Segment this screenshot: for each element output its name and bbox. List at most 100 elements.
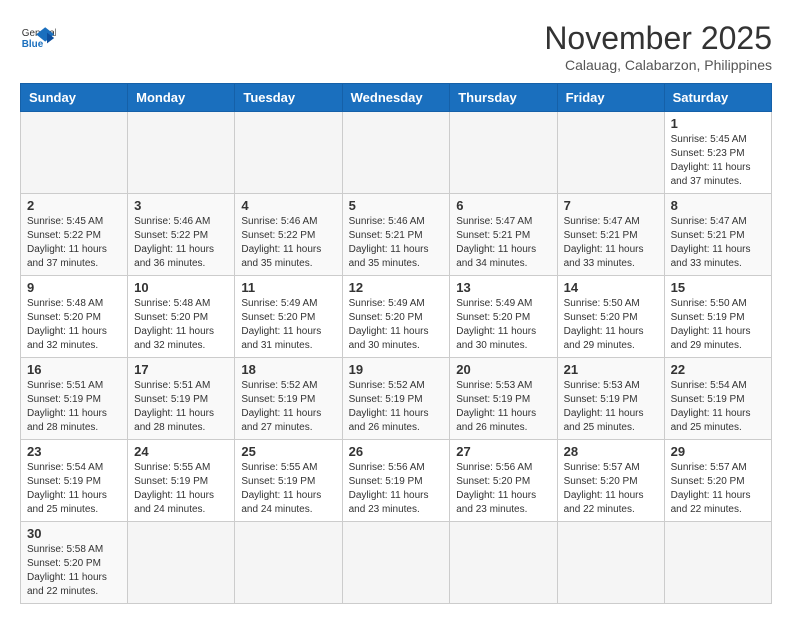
calendar-header-row: SundayMondayTuesdayWednesdayThursdayFrid… [21,84,772,112]
day-number: 20 [456,362,550,377]
cell-info: Sunrise: 5:47 AMSunset: 5:21 PMDaylight:… [671,215,765,271]
calendar-cell [235,112,342,194]
cell-info: Sunrise: 5:57 AMSunset: 5:20 PMDaylight:… [671,461,765,517]
day-number: 2 [27,198,121,213]
calendar-week-row: 2 Sunrise: 5:45 AMSunset: 5:22 PMDaylight… [21,194,772,276]
calendar-cell: 16 Sunrise: 5:51 AMSunset: 5:19 PMDayligh… [21,358,128,440]
calendar-cell: 3 Sunrise: 5:46 AMSunset: 5:22 PMDaylight… [128,194,235,276]
day-number: 11 [241,280,335,295]
cell-info: Sunrise: 5:56 AMSunset: 5:19 PMDaylight:… [349,461,444,517]
title-section: November 2025 Calauag, Calabarzon, Phili… [544,20,772,73]
calendar-cell: 23 Sunrise: 5:54 AMSunset: 5:19 PMDayligh… [21,440,128,522]
calendar-cell: 30 Sunrise: 5:58 AMSunset: 5:20 PMDayligh… [21,522,128,604]
calendar-cell [342,112,450,194]
day-number: 21 [564,362,658,377]
calendar-cell [342,522,450,604]
calendar-cell [21,112,128,194]
cell-info: Sunrise: 5:45 AMSunset: 5:22 PMDaylight:… [27,215,121,271]
cell-info: Sunrise: 5:53 AMSunset: 5:19 PMDaylight:… [564,379,658,435]
month-title: November 2025 [544,20,772,57]
cell-info: Sunrise: 5:54 AMSunset: 5:19 PMDaylight:… [671,379,765,435]
calendar-cell [557,112,664,194]
cell-info: Sunrise: 5:48 AMSunset: 5:20 PMDaylight:… [134,297,228,353]
calendar-cell: 7 Sunrise: 5:47 AMSunset: 5:21 PMDaylight… [557,194,664,276]
calendar-cell: 26 Sunrise: 5:56 AMSunset: 5:19 PMDayligh… [342,440,450,522]
day-number: 26 [349,444,444,459]
calendar-cell: 8 Sunrise: 5:47 AMSunset: 5:21 PMDaylight… [664,194,771,276]
cell-info: Sunrise: 5:49 AMSunset: 5:20 PMDaylight:… [349,297,444,353]
cell-info: Sunrise: 5:50 AMSunset: 5:19 PMDaylight:… [671,297,765,353]
cell-info: Sunrise: 5:49 AMSunset: 5:20 PMDaylight:… [456,297,550,353]
cell-info: Sunrise: 5:54 AMSunset: 5:19 PMDaylight:… [27,461,121,517]
cell-info: Sunrise: 5:55 AMSunset: 5:19 PMDaylight:… [241,461,335,517]
calendar-cell [128,522,235,604]
day-number: 13 [456,280,550,295]
calendar-cell: 20Sunrise: 5:53 AMSunset: 5:19 PMDayligh… [450,358,557,440]
day-number: 1 [671,116,765,131]
calendar-cell: 14 Sunrise: 5:50 AMSunset: 5:20 PMDayligh… [557,276,664,358]
cell-info: Sunrise: 5:48 AMSunset: 5:20 PMDaylight:… [27,297,121,353]
day-number: 22 [671,362,765,377]
logo-icon: General Blue [20,20,56,56]
calendar-cell [557,522,664,604]
day-number: 23 [27,444,121,459]
calendar-cell: 15Sunrise: 5:50 AMSunset: 5:19 PMDayligh… [664,276,771,358]
cell-info: Sunrise: 5:56 AMSunset: 5:20 PMDaylight:… [456,461,550,517]
cell-info: Sunrise: 5:57 AMSunset: 5:20 PMDaylight:… [564,461,658,517]
calendar-cell: 22 Sunrise: 5:54 AMSunset: 5:19 PMDayligh… [664,358,771,440]
day-number: 5 [349,198,444,213]
calendar-cell: 19Sunrise: 5:52 AMSunset: 5:19 PMDayligh… [342,358,450,440]
day-number: 14 [564,280,658,295]
calendar-cell [450,112,557,194]
calendar-cell [450,522,557,604]
cell-info: Sunrise: 5:46 AMSunset: 5:22 PMDaylight:… [134,215,228,271]
cell-info: Sunrise: 5:49 AMSunset: 5:20 PMDaylight:… [241,297,335,353]
calendar-week-row: 1 Sunrise: 5:45 AMSunset: 5:23 PMDaylight… [21,112,772,194]
col-header-wednesday: Wednesday [342,84,450,112]
cell-info: Sunrise: 5:50 AMSunset: 5:20 PMDaylight:… [564,297,658,353]
calendar-cell: 24Sunrise: 5:55 AMSunset: 5:19 PMDayligh… [128,440,235,522]
day-number: 9 [27,280,121,295]
cell-info: Sunrise: 5:51 AMSunset: 5:19 PMDaylight:… [27,379,121,435]
calendar-cell [664,522,771,604]
day-number: 19 [349,362,444,377]
calendar-cell [128,112,235,194]
calendar-cell: 17 Sunrise: 5:51 AMSunset: 5:19 PMDayligh… [128,358,235,440]
col-header-monday: Monday [128,84,235,112]
calendar-cell: 29 Sunrise: 5:57 AMSunset: 5:20 PMDayligh… [664,440,771,522]
day-number: 3 [134,198,228,213]
calendar-cell: 4 Sunrise: 5:46 AMSunset: 5:22 PMDaylight… [235,194,342,276]
day-number: 25 [241,444,335,459]
col-header-thursday: Thursday [450,84,557,112]
day-number: 30 [27,526,121,541]
page-header: General Blue November 2025 Calauag, Cala… [20,20,772,73]
col-header-saturday: Saturday [664,84,771,112]
day-number: 16 [27,362,121,377]
calendar-cell: 9 Sunrise: 5:48 AMSunset: 5:20 PMDaylight… [21,276,128,358]
cell-info: Sunrise: 5:46 AMSunset: 5:22 PMDaylight:… [241,215,335,271]
calendar-week-row: 16 Sunrise: 5:51 AMSunset: 5:19 PMDayligh… [21,358,772,440]
svg-text:Blue: Blue [22,39,44,50]
day-number: 8 [671,198,765,213]
cell-info: Sunrise: 5:47 AMSunset: 5:21 PMDaylight:… [564,215,658,271]
cell-info: Sunrise: 5:58 AMSunset: 5:20 PMDaylight:… [27,543,121,599]
calendar-cell: 28 Sunrise: 5:57 AMSunset: 5:20 PMDayligh… [557,440,664,522]
calendar-cell: 18Sunrise: 5:52 AMSunset: 5:19 PMDayligh… [235,358,342,440]
day-number: 28 [564,444,658,459]
day-number: 17 [134,362,228,377]
day-number: 29 [671,444,765,459]
cell-info: Sunrise: 5:51 AMSunset: 5:19 PMDaylight:… [134,379,228,435]
calendar-cell: 6 Sunrise: 5:47 AMSunset: 5:21 PMDaylight… [450,194,557,276]
cell-info: Sunrise: 5:47 AMSunset: 5:21 PMDaylight:… [456,215,550,271]
day-number: 4 [241,198,335,213]
calendar-cell [235,522,342,604]
cell-info: Sunrise: 5:45 AMSunset: 5:23 PMDaylight:… [671,133,765,189]
calendar-week-row: 9 Sunrise: 5:48 AMSunset: 5:20 PMDaylight… [21,276,772,358]
logo: General Blue [20,20,56,56]
calendar-week-row: 30 Sunrise: 5:58 AMSunset: 5:20 PMDayligh… [21,522,772,604]
day-number: 7 [564,198,658,213]
day-number: 6 [456,198,550,213]
day-number: 18 [241,362,335,377]
calendar-cell: 13 Sunrise: 5:49 AMSunset: 5:20 PMDayligh… [450,276,557,358]
day-number: 27 [456,444,550,459]
